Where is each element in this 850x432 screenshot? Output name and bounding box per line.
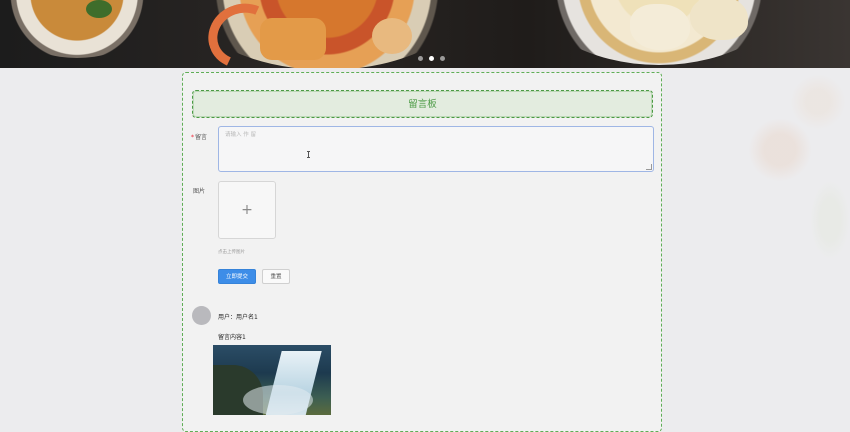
decorative-flower xyxy=(790,74,846,130)
message-board: 留言板 *留言 图片 + 点击上传图片 立即提交 重置 用户：用户名1 留言内容… xyxy=(182,72,662,432)
message-label-text: 留言 xyxy=(195,134,208,141)
decorative-flower xyxy=(748,118,812,182)
tofu-image xyxy=(260,18,326,60)
decorative-flower xyxy=(810,180,850,260)
board-title: 留言板 xyxy=(192,90,653,118)
submit-button[interactable]: 立即提交 xyxy=(218,269,256,284)
herb-garnish xyxy=(86,0,112,18)
banner-carousel xyxy=(0,0,850,68)
resize-handle-icon[interactable] xyxy=(646,164,652,170)
reset-button[interactable]: 重置 xyxy=(262,269,290,284)
message-label: *留言 xyxy=(191,132,207,141)
mist-shape xyxy=(243,385,313,415)
image-upload-button[interactable]: + xyxy=(218,181,276,239)
carousel-dot-active[interactable] xyxy=(429,56,434,61)
plus-icon: + xyxy=(241,202,253,218)
image-label: 图片 xyxy=(193,188,206,195)
dumpling-image xyxy=(690,0,748,40)
avatar xyxy=(192,306,211,325)
message-textarea[interactable] xyxy=(219,127,653,171)
carousel-dot[interactable] xyxy=(440,56,445,61)
comment-user: 用户：用户名1 xyxy=(218,314,258,321)
comment-content: 留言内容1 xyxy=(218,334,246,341)
upload-tip: 点击上传图片 xyxy=(218,250,245,255)
required-mark: * xyxy=(191,134,194,141)
clam-image xyxy=(372,18,412,54)
food-plate-image xyxy=(0,0,166,58)
comment-image[interactable] xyxy=(213,345,331,415)
carousel-indicators[interactable] xyxy=(418,56,445,61)
dumpling-image xyxy=(630,4,690,50)
text-cursor-icon xyxy=(307,151,310,158)
carousel-dot[interactable] xyxy=(418,56,423,61)
message-textarea-wrapper[interactable] xyxy=(218,126,654,172)
